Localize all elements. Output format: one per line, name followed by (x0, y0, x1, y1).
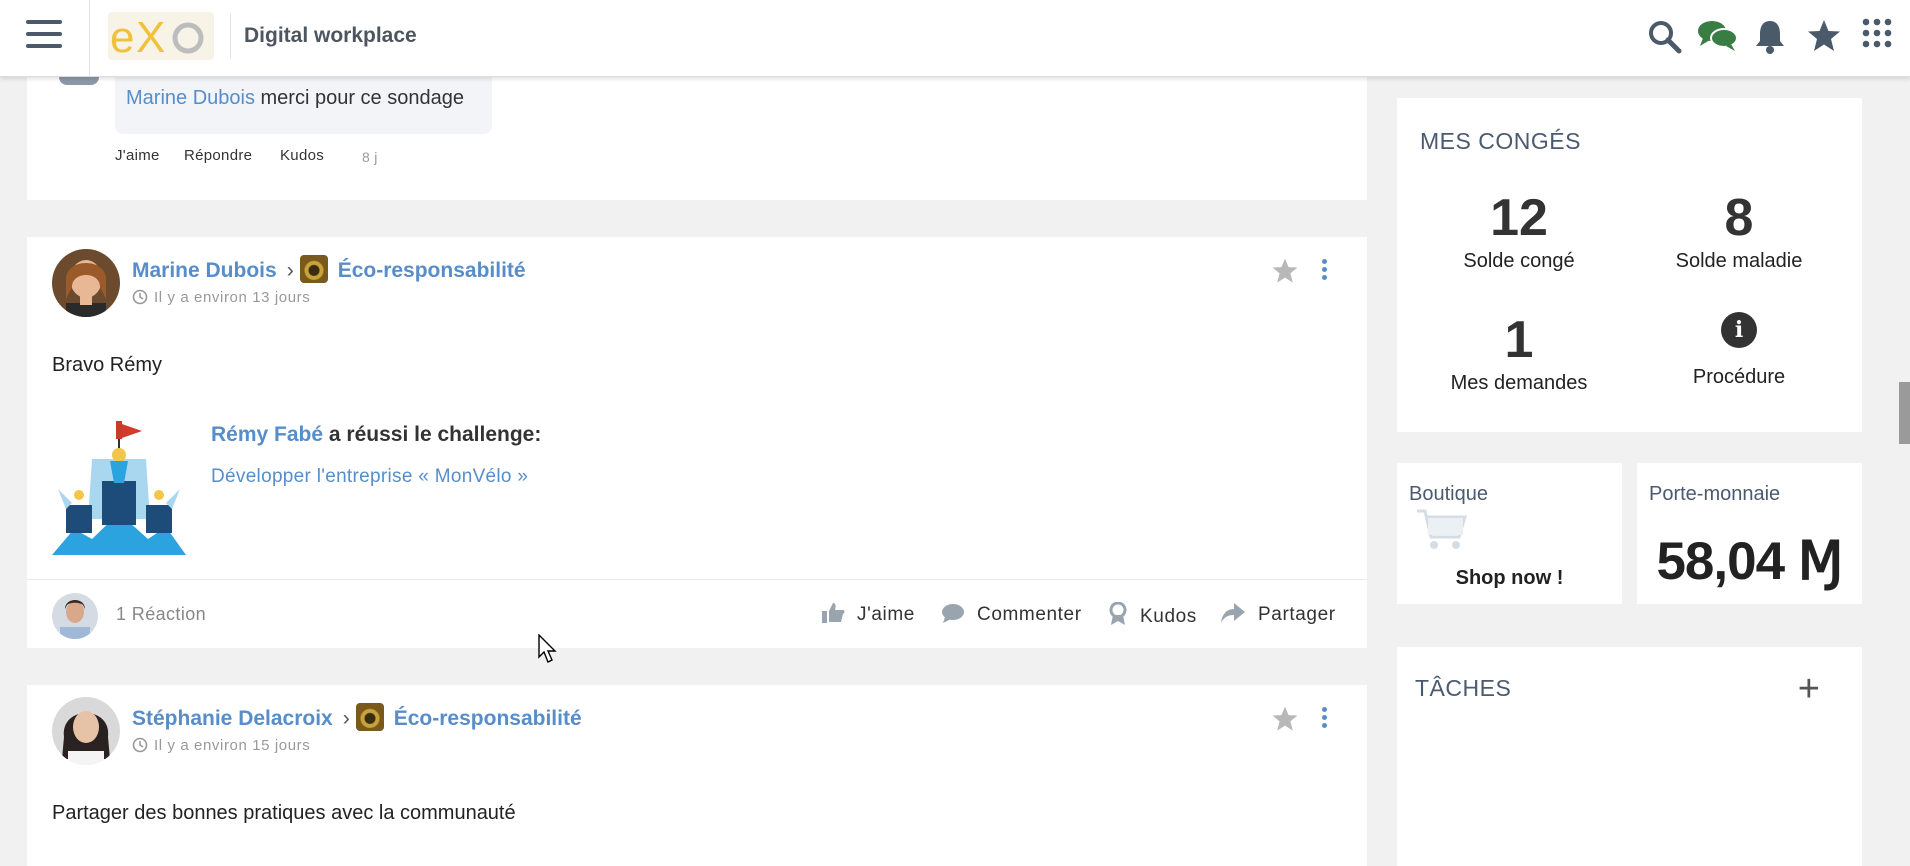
kudos-title-text: a réussi le challenge: (328, 423, 542, 446)
post-body: Partager des bonnes pratiques avec la co… (52, 802, 516, 824)
share-label: Partager (1258, 604, 1336, 625)
kudos-person-link[interactable]: Rémy Fabé (211, 423, 323, 446)
shop-now-button[interactable]: Shop now ! (1397, 567, 1622, 590)
reaction-count-link[interactable]: 1 Réaction (116, 604, 206, 625)
post-header: Stéphanie Delacroix › Éco-responsabilité (132, 703, 582, 731)
post-time: Il y a environ 15 jours (132, 737, 310, 754)
space-avatar-icon[interactable] (355, 703, 384, 731)
post-header: Marine Dubois › Éco-responsabilité (132, 255, 526, 283)
author-link[interactable]: Stéphanie Delacroix (132, 707, 333, 730)
leave-balance-stat[interactable]: 12 Solde congé (1419, 190, 1619, 273)
author-avatar[interactable] (52, 249, 120, 317)
comment-avatar[interactable] (59, 77, 99, 85)
page-scrollbar-thumb[interactable] (1899, 382, 1910, 444)
procedure-link[interactable]: i Procédure (1639, 312, 1839, 389)
apps-grid-icon[interactable] (1862, 18, 1902, 58)
star-icon[interactable] (1806, 18, 1846, 58)
like-action[interactable]: J'aime (821, 602, 915, 626)
favorite-star-icon[interactable] (1271, 705, 1299, 738)
svg-text:X: X (136, 13, 165, 60)
activity-card: Marine Dubois › Éco-responsabilité Il y a … (27, 237, 1367, 648)
comment-text: merci pour ce sondage (260, 87, 464, 109)
clock-icon (132, 289, 148, 305)
wallet-widget: Porte-monnaie 58,04 Ɱ (1637, 463, 1862, 604)
post-menu-kebab-icon[interactable] (1322, 259, 1330, 283)
procedure-label: Procédure (1692, 366, 1786, 388)
chat-icon[interactable] (1697, 18, 1738, 58)
plus-icon[interactable]: + (1798, 669, 1820, 709)
sick-balance-value: 8 (1724, 189, 1754, 247)
exo-logo[interactable]: e X (108, 12, 214, 60)
share-arrow-icon (1221, 603, 1245, 623)
activity-card-previous: Marine Dubois merci pour ce sondage J'ai… (27, 77, 1367, 200)
search-icon[interactable] (1646, 18, 1686, 58)
my-requests-value: 1 (1504, 311, 1534, 369)
my-requests-stat[interactable]: 1 Mes demandes (1419, 312, 1619, 395)
comment-reply-link[interactable]: Répondre (184, 147, 252, 164)
my-requests-label: Mes demandes (1450, 372, 1588, 394)
svg-text:e: e (110, 13, 134, 60)
activity-card: Stéphanie Delacroix › Éco-responsabilité I… (27, 685, 1367, 866)
post-time: Il y a environ 13 jours (132, 289, 310, 306)
leave-widget: MES CONGÉS 12 Solde congé 8 Solde maladi… (1397, 98, 1862, 432)
tasks-widget: TÂCHES + (1397, 647, 1862, 866)
wallet-balance[interactable]: 58,04 Ɱ (1637, 531, 1862, 592)
site-name[interactable]: Digital workplace (244, 24, 417, 48)
reactor-avatar[interactable] (52, 593, 98, 639)
comment-author-link[interactable]: Marine Dubois (126, 87, 255, 109)
kudos-challenge-illustration (52, 419, 186, 559)
thumbs-up-icon (822, 603, 845, 623)
top-bar: e X Digital workplace (0, 0, 1910, 77)
post-menu-kebab-icon[interactable] (1322, 707, 1330, 731)
widget-title: MES CONGÉS (1420, 128, 1581, 154)
like-label: J'aime (857, 604, 915, 625)
comment-action[interactable]: Commenter (941, 602, 1082, 626)
post-body: Bravo Rémy (52, 354, 163, 376)
hamburger-menu-icon[interactable] (26, 20, 62, 54)
comment-kudos-link[interactable]: Kudos (280, 147, 324, 164)
comment-time: 8 j (362, 149, 378, 165)
favorite-star-icon[interactable] (1271, 257, 1299, 290)
divider (89, 0, 90, 77)
challenge-link[interactable]: Développer l'entreprise « MonVélo » (211, 466, 528, 488)
post-footer: 1 Réaction J'aime Commenter Kudos Partag… (27, 579, 1367, 648)
award-medal-icon (1109, 601, 1127, 625)
widget-title: Boutique (1409, 483, 1488, 505)
space-link[interactable]: Éco-responsabilité (338, 259, 526, 282)
author-avatar[interactable] (52, 697, 120, 765)
widget-title: Porte-monnaie (1649, 483, 1781, 505)
divider (230, 14, 231, 58)
bell-icon[interactable] (1753, 18, 1793, 58)
sick-balance-label: Solde maladie (1675, 250, 1803, 272)
chevron-right-icon: › (342, 707, 350, 730)
share-action[interactable]: Partager (1220, 602, 1336, 626)
comment-label: Commenter (977, 604, 1082, 625)
kudos-label: Kudos (1140, 606, 1197, 627)
widget-title: TÂCHES (1415, 675, 1512, 701)
space-link[interactable]: Éco-responsabilité (394, 707, 582, 730)
post-time-text: Il y a environ 13 jours (154, 289, 311, 306)
mouse-cursor-icon (538, 633, 558, 669)
cart-icon (1415, 507, 1468, 558)
author-link[interactable]: Marine Dubois (132, 259, 277, 282)
info-icon: i (1721, 312, 1757, 348)
leave-balance-value: 12 (1490, 189, 1548, 247)
shop-widget: Boutique Shop now ! (1397, 463, 1622, 604)
comment-like-link[interactable]: J'aime (115, 147, 160, 164)
sick-balance-stat[interactable]: 8 Solde maladie (1639, 190, 1839, 273)
kudos-title: Rémy Fabé a réussi le challenge: (211, 423, 541, 447)
comment-bubble: Marine Dubois merci pour ce sondage (115, 77, 492, 134)
leave-balance-label: Solde congé (1463, 250, 1575, 272)
post-time-text: Il y a environ 15 jours (154, 737, 311, 754)
space-avatar-icon[interactable] (299, 255, 328, 283)
chevron-right-icon: › (286, 259, 294, 282)
comment-bubble-icon (942, 604, 964, 623)
kudos-action[interactable]: Kudos (1108, 601, 1197, 628)
clock-icon (132, 737, 148, 753)
